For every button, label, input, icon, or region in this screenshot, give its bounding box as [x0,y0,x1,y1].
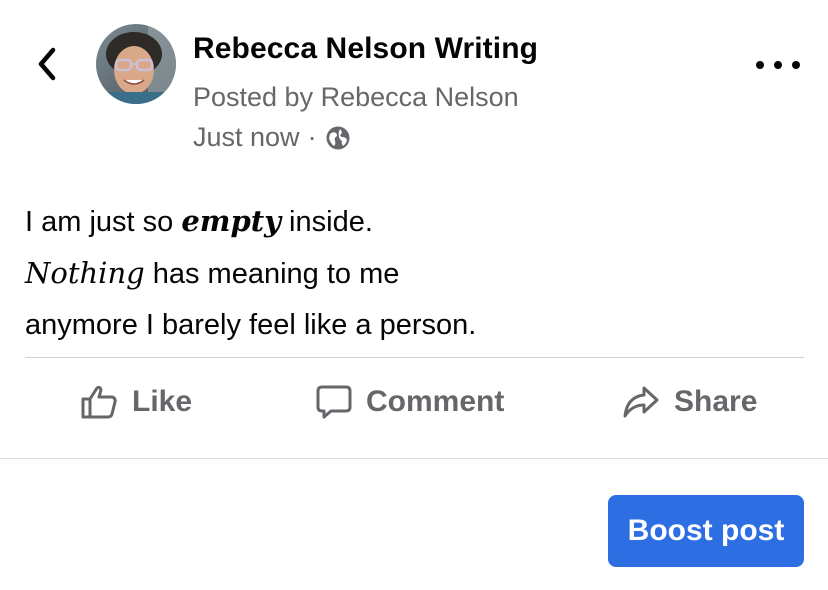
share-button[interactable]: Share [622,370,757,434]
timestamp-row: Just now · [193,122,351,153]
post-body: I am just so empty inside. Nothing has m… [25,196,785,351]
more-dot [792,61,800,69]
more-options-icon [756,61,764,69]
post-text: inside. [281,206,373,238]
post-line-1: I am just so empty inside. [25,196,785,248]
post-text: I am just so [25,206,182,238]
comment-button[interactable]: Comment [316,370,504,434]
post-line-2: Nothing has meaning to me [25,248,785,300]
divider [25,357,804,358]
separator: · [307,122,317,152]
post-line-3: anymore I barely feel like a person. [25,309,477,341]
globe-icon [326,126,350,149]
action-bar: Like Comment Share [0,370,828,434]
comment-label: Comment [366,385,505,418]
page-name[interactable]: Rebecca Nelson Writing [193,32,538,66]
share-icon [623,386,659,418]
share-label: Share [674,385,758,418]
posted-by-text: Posted by Rebecca Nelson [193,82,519,112]
post-text-emphasis: Nothing [25,256,145,290]
more-dot [774,61,782,69]
thumbs-up-icon [81,385,117,419]
boost-post-button[interactable]: Boost post [608,495,804,567]
avatar[interactable] [96,24,176,104]
back-button[interactable] [30,44,64,84]
like-label: Like [132,385,193,418]
post-text: has meaning to me [144,258,400,290]
more-options-button[interactable] [756,50,800,80]
chevron-left-icon [38,47,56,81]
comment-icon [316,385,352,419]
like-button[interactable]: Like [80,370,192,434]
avatar-image [96,24,176,104]
timestamp[interactable]: Just now [193,122,300,153]
post-text-emphasis: empty [181,204,281,238]
divider [0,458,828,459]
